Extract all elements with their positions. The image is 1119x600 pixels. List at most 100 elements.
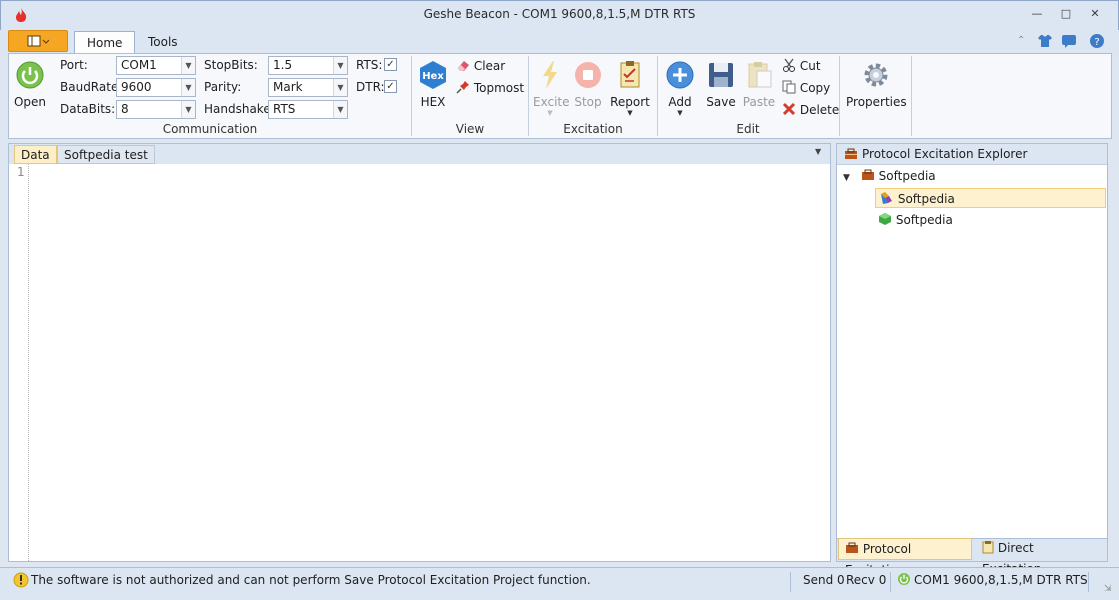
- data-text-area[interactable]: [31, 165, 829, 560]
- rts-checkbox[interactable]: ✓: [384, 58, 397, 71]
- script-icon: [881, 192, 892, 204]
- copy-button[interactable]: Copy: [782, 79, 830, 97]
- baudrate-select[interactable]: 9600 ▼: [116, 78, 196, 97]
- maximize-button[interactable]: □: [1056, 6, 1076, 22]
- eraser-icon: [458, 61, 469, 71]
- help-icon[interactable]: ?: [1089, 33, 1105, 49]
- paste-button[interactable]: Paste: [742, 60, 776, 109]
- dropdown-arrow-icon: ▼: [627, 109, 633, 117]
- parity-label: Parity:: [204, 80, 242, 94]
- properties-label: Properties: [846, 95, 907, 109]
- tab-home[interactable]: Home: [74, 31, 136, 54]
- excite-button[interactable]: Excite ▼: [533, 60, 570, 117]
- skin-icon[interactable]: [1037, 34, 1053, 48]
- explorer-title: Protocol Excitation Explorer: [862, 147, 1028, 161]
- chevron-down-icon: ▼: [333, 101, 347, 118]
- pin-icon: [456, 81, 469, 94]
- close-button[interactable]: ✕: [1085, 6, 1105, 22]
- report-button[interactable]: Report ▼: [609, 60, 651, 117]
- port-select[interactable]: COM1 ▼: [116, 56, 196, 75]
- open-label: Open: [13, 95, 47, 109]
- connection-status: COM1 9600,8,1.5,M DTR RTS: [914, 573, 1088, 587]
- toolbox-icon: [861, 169, 874, 180]
- tree-root[interactable]: ▼ Softpedia: [843, 166, 1103, 186]
- explorer-header: Protocol Excitation Explorer: [837, 144, 1107, 165]
- parity-select[interactable]: Mark ▼: [268, 78, 348, 97]
- stopbits-select[interactable]: 1.5 ▼: [268, 56, 348, 75]
- recv-counter: Recv 0: [846, 573, 887, 587]
- handshake-select[interactable]: RTS ▼: [268, 100, 348, 119]
- toolbox-icon: [845, 148, 857, 159]
- copy-icon: [782, 80, 796, 94]
- minimize-button[interactable]: —: [1027, 6, 1047, 22]
- feedback-icon[interactable]: [1061, 34, 1077, 48]
- connection-power-icon: [898, 573, 910, 585]
- status-divider: [790, 572, 791, 592]
- tree-item[interactable]: Softpedia: [878, 210, 1098, 230]
- tab-data[interactable]: Data: [14, 145, 57, 164]
- tab-softpedia-test[interactable]: Softpedia test: [57, 145, 155, 164]
- delete-button[interactable]: Delete: [782, 101, 839, 119]
- tab-direct-excitation[interactable]: Direct Excitation...: [976, 538, 1106, 576]
- status-divider: [1088, 572, 1089, 592]
- power-icon: [16, 61, 44, 89]
- chevron-down-icon: ▼: [181, 57, 195, 74]
- chevron-down-icon: ▼: [333, 79, 347, 96]
- application-menu-button[interactable]: [8, 30, 68, 52]
- databits-select[interactable]: 8 ▼: [116, 100, 196, 119]
- topmost-button[interactable]: Topmost: [456, 79, 524, 97]
- toolbox-icon: [846, 542, 858, 553]
- svg-text:?: ?: [1094, 37, 1099, 48]
- rts-label: RTS:: [356, 58, 383, 72]
- stop-button[interactable]: Stop: [571, 60, 605, 109]
- dtr-checkbox[interactable]: ✓: [384, 80, 397, 93]
- green-cube-icon: [879, 213, 891, 225]
- save-button[interactable]: Save: [704, 60, 738, 109]
- expand-icon[interactable]: ▼: [843, 168, 857, 188]
- stop-label: Stop: [574, 95, 602, 109]
- line-number-gutter: [9, 164, 29, 561]
- baudrate-label: BaudRate:: [60, 80, 123, 94]
- dropdown-arrow-icon: ▼: [547, 109, 553, 117]
- excite-label: Excite: [533, 95, 570, 109]
- chevron-down-icon: ▼: [181, 101, 195, 118]
- communication-group-label: Communication: [162, 122, 258, 136]
- paste-label: Paste: [742, 95, 776, 109]
- handshake-label: Handshake:: [204, 102, 275, 116]
- save-label: Save: [706, 95, 736, 109]
- stopbits-label: StopBits:: [204, 58, 258, 72]
- excitation-group-label: Excitation: [563, 122, 623, 136]
- databits-label: DataBits:: [60, 102, 116, 116]
- resize-grip-icon[interactable]: ⇲: [1104, 584, 1112, 594]
- report-label: Report: [610, 95, 650, 109]
- chevron-down-icon: ▼: [181, 79, 195, 96]
- report-icon: [620, 61, 640, 88]
- cut-button[interactable]: Cut: [782, 57, 821, 75]
- tab-list-dropdown-icon[interactable]: ▼: [815, 147, 821, 156]
- plus-icon: [666, 61, 694, 89]
- delete-x-icon: [782, 102, 796, 116]
- collapse-ribbon-icon[interactable]: ⌃: [1017, 35, 1025, 46]
- tab-protocol-excitation[interactable]: Protocol Excitatio...: [838, 538, 972, 577]
- gear-icon: [864, 63, 888, 87]
- status-divider: [890, 572, 891, 592]
- tree-item-selected[interactable]: Softpedia: [875, 188, 1106, 208]
- port-label: Port:: [60, 58, 88, 72]
- clear-button[interactable]: Clear: [456, 57, 505, 75]
- line-number: 1: [17, 165, 25, 179]
- chevron-down-icon: ▼: [333, 57, 347, 74]
- dropdown-arrow-icon: ▼: [677, 109, 683, 117]
- clipboard-icon: [748, 62, 772, 88]
- properties-button[interactable]: Properties: [846, 60, 907, 109]
- hex-button[interactable]: Hex HEX: [417, 60, 449, 109]
- stop-icon: [575, 62, 601, 88]
- floppy-disk-icon: [709, 63, 733, 87]
- add-button[interactable]: Add ▼: [663, 60, 697, 117]
- tab-tools[interactable]: Tools: [136, 31, 190, 54]
- add-label: Add: [668, 95, 692, 109]
- scissors-icon: [783, 58, 795, 72]
- open-button[interactable]: Open: [11, 60, 49, 109]
- status-message: The software is not authorized and can n…: [31, 573, 591, 587]
- edit-group-label: Edit: [736, 122, 760, 136]
- view-group-label: View: [455, 122, 485, 136]
